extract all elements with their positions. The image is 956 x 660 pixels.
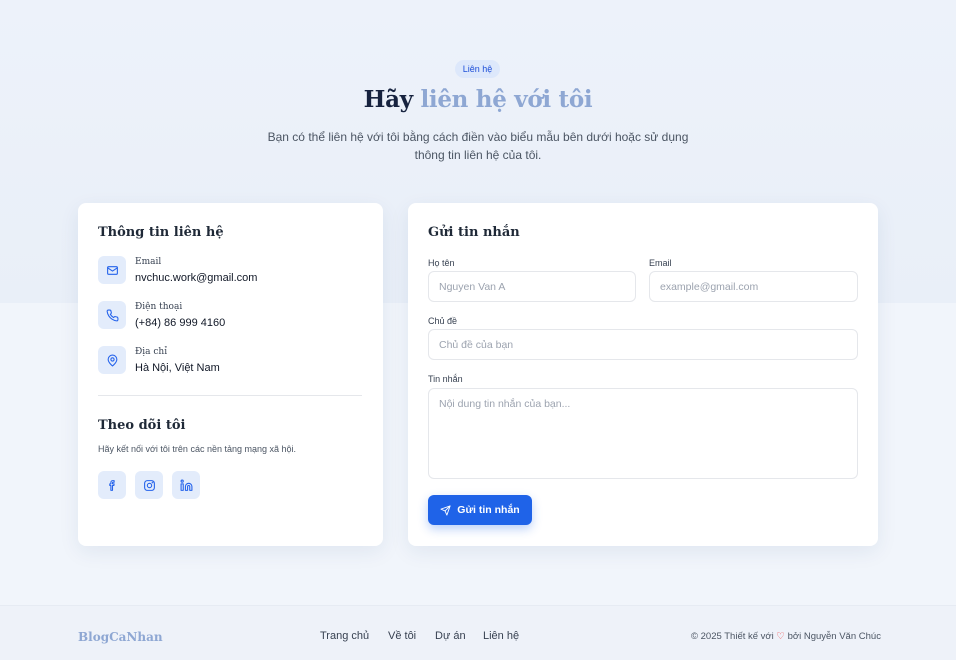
copyright-suffix: bởi Nguyễn Văn Chúc — [787, 631, 881, 642]
follow-title: Theo dõi tôi — [98, 418, 186, 433]
map-pin-icon — [98, 346, 126, 374]
mail-icon — [98, 256, 126, 284]
message-label: Tin nhắn — [428, 374, 463, 384]
copyright-prefix: © 2025 Thiết kế với — [691, 631, 774, 642]
contact-info-card: Thông tin liên hệ Email nvchuc.work@gmai… — [78, 203, 383, 546]
phone-value[interactable]: (+84) 86 999 4160 — [135, 317, 225, 329]
address-value: Hà Nội, Việt Nam — [135, 362, 220, 374]
heart-icon: ♡ — [776, 631, 785, 642]
instagram-icon[interactable] — [135, 471, 163, 499]
send-icon — [440, 504, 451, 516]
copyright-text: © 2025 Thiết kế với ♡ bởi Nguyễn Văn Chú… — [691, 631, 881, 642]
footer-nav-home[interactable]: Trang chủ — [320, 630, 369, 642]
footer: BlogCaNhan Trang chủ Về tôi Dự án Liên h… — [0, 605, 956, 660]
page-subtitle: Bạn có thể liên hệ với tôi bằng cách điề… — [258, 128, 698, 164]
phone-icon — [98, 301, 126, 329]
section-badge: Liên hệ — [455, 60, 500, 78]
send-message-label: Gửi tin nhắn — [457, 504, 520, 516]
page-title-accent: liên hệ với tôi — [420, 86, 593, 113]
contact-info-title: Thông tin liên hệ — [98, 225, 224, 240]
email-label: Email — [135, 257, 162, 267]
email-value[interactable]: nvchuc.work@gmail.com — [135, 272, 257, 284]
phone-label: Điện thoại — [135, 302, 183, 312]
page-subtitle-line-2: thông tin liên hệ của tôi. — [414, 148, 542, 162]
name-label: Họ tên — [428, 258, 455, 268]
form-title: Gửi tin nhắn — [428, 225, 520, 240]
message-textarea[interactable] — [428, 388, 858, 479]
message-form-card: Gửi tin nhắn Họ tên Email Chủ đề Tin nhắ… — [408, 203, 878, 546]
name-input[interactable] — [428, 271, 636, 302]
linkedin-icon[interactable] — [172, 471, 200, 499]
email-field-label: Email — [649, 258, 672, 268]
divider — [98, 395, 362, 396]
facebook-icon[interactable] — [98, 471, 126, 499]
address-label: Địa chỉ — [135, 347, 168, 357]
footer-nav-projects[interactable]: Dự án — [435, 630, 466, 642]
subject-label: Chủ đề — [428, 316, 458, 326]
footer-brand-logo[interactable]: BlogCaNhan — [78, 630, 163, 644]
subject-input[interactable] — [428, 329, 858, 360]
page-subtitle-line-1: Bạn có thể liên hệ với tôi bằng cách điề… — [267, 130, 689, 144]
footer-nav-about[interactable]: Về tôi — [388, 630, 416, 642]
send-message-button[interactable]: Gửi tin nhắn — [428, 495, 532, 525]
page-title-plain: Hãy — [363, 86, 421, 113]
follow-description: Hãy kết nối với tôi trên các nền tảng mạ… — [98, 444, 297, 454]
footer-nav-contact[interactable]: Liên hệ — [483, 630, 519, 642]
page-title: Hãy liên hệ với tôi — [0, 86, 956, 113]
email-field[interactable] — [649, 271, 858, 302]
